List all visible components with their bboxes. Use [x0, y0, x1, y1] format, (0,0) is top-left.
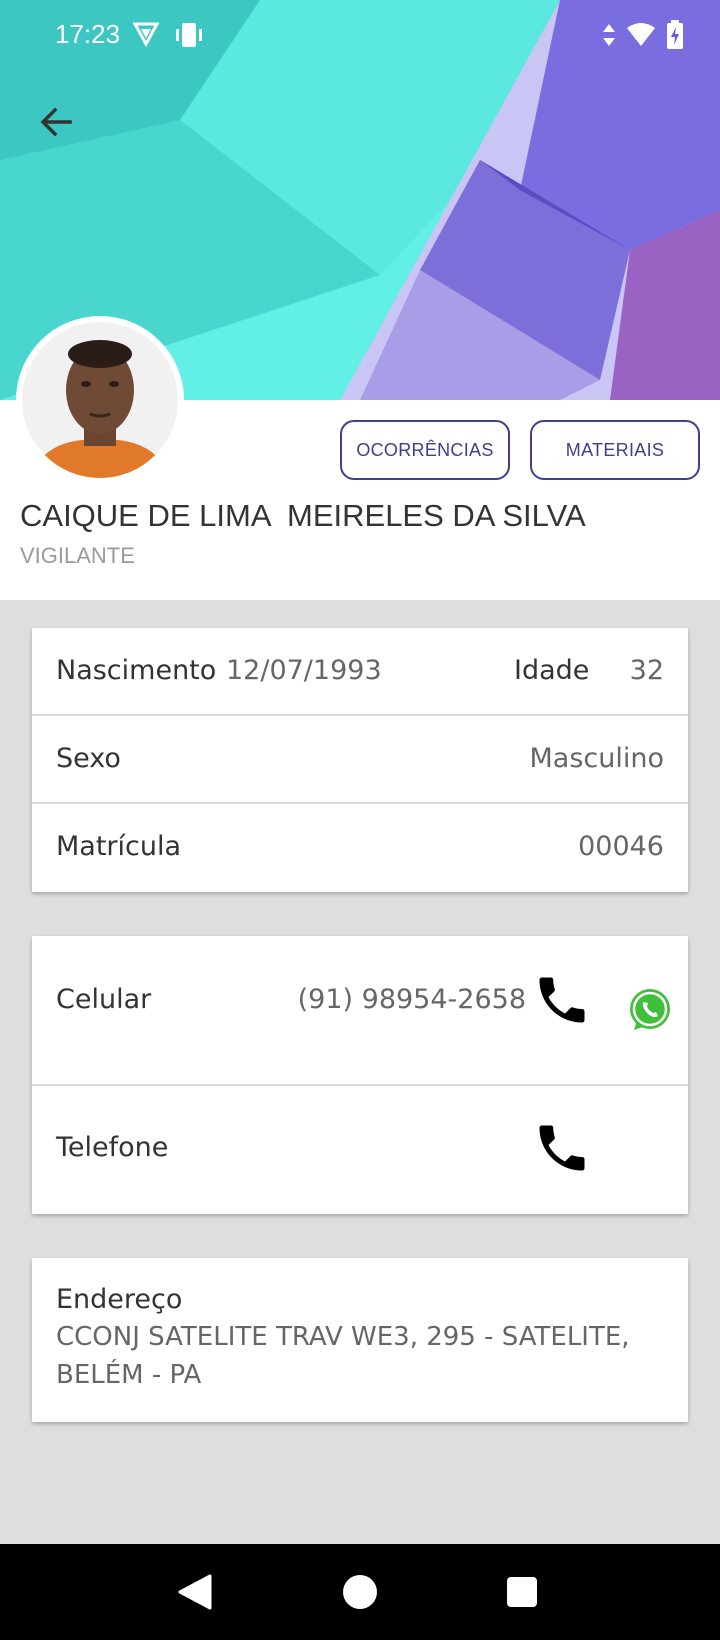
telefone-label: Telefone	[56, 1132, 169, 1163]
navigation-bar	[0, 1544, 720, 1640]
person-name: CAIQUE DE LIMA MEIRELES DA SILVA	[20, 498, 586, 533]
matricula-label: Matrícula	[56, 831, 182, 862]
back-button[interactable]	[30, 98, 82, 150]
personal-info-card: Nascimento 12/07/1993 Idade 32 Sexo Masc…	[32, 628, 688, 892]
materiais-button[interactable]: MATERIAIS	[530, 420, 700, 480]
nascimento-row: Nascimento 12/07/1993 Idade 32	[32, 628, 688, 716]
nav-home-icon[interactable]	[342, 1574, 378, 1614]
celular-value: (91) 98954-2658	[297, 984, 526, 1015]
battery-charging-icon	[666, 20, 684, 54]
vpn-shield-icon	[132, 20, 160, 54]
whatsapp-icon[interactable]	[626, 986, 674, 1038]
phone-icon[interactable]	[532, 1118, 592, 1182]
sexo-label: Sexo	[56, 743, 121, 774]
wifi-icon	[626, 22, 656, 52]
phone-vibrate-icon	[174, 20, 204, 54]
idade-value: 32	[629, 655, 664, 686]
sexo-value: Masculino	[529, 743, 665, 774]
phone-icon[interactable]	[532, 970, 592, 1034]
nascimento-label: Nascimento	[56, 655, 217, 686]
contact-card: Celular (91) 98954-2658 Telefone	[32, 936, 688, 1214]
avatar	[16, 316, 184, 484]
sexo-row: Sexo Masculino	[32, 716, 688, 804]
status-bar: 17:23	[0, 0, 720, 74]
nav-back-icon[interactable]	[178, 1574, 212, 1614]
arrow-back-icon	[36, 102, 76, 146]
person-role: VIGILANTE	[20, 543, 135, 568]
nav-recents-icon[interactable]	[506, 1576, 538, 1612]
address-card: Endereço CCONJ SATELITE TRAV WE3, 295 - …	[32, 1258, 688, 1422]
endereco-label: Endereço	[56, 1284, 183, 1315]
matricula-value: 00046	[578, 831, 664, 862]
matricula-row: Matrícula 00046	[32, 804, 688, 892]
address-line-1: CCONJ SATELITE TRAV WE3, 295 - SATELITE,	[56, 1322, 630, 1352]
nascimento-value: 12/07/1993	[226, 655, 382, 686]
address-line-2: BELÉM - PA	[56, 1360, 202, 1390]
ocorrencias-button[interactable]: OCORRÊNCIAS	[340, 420, 510, 480]
data-arrows-icon	[602, 22, 616, 52]
celular-label: Celular	[56, 984, 152, 1015]
celular-row: Celular (91) 98954-2658	[32, 936, 688, 1086]
idade-label: Idade	[514, 655, 590, 686]
telefone-row: Telefone	[32, 1086, 688, 1214]
status-time: 17:23	[55, 19, 121, 49]
